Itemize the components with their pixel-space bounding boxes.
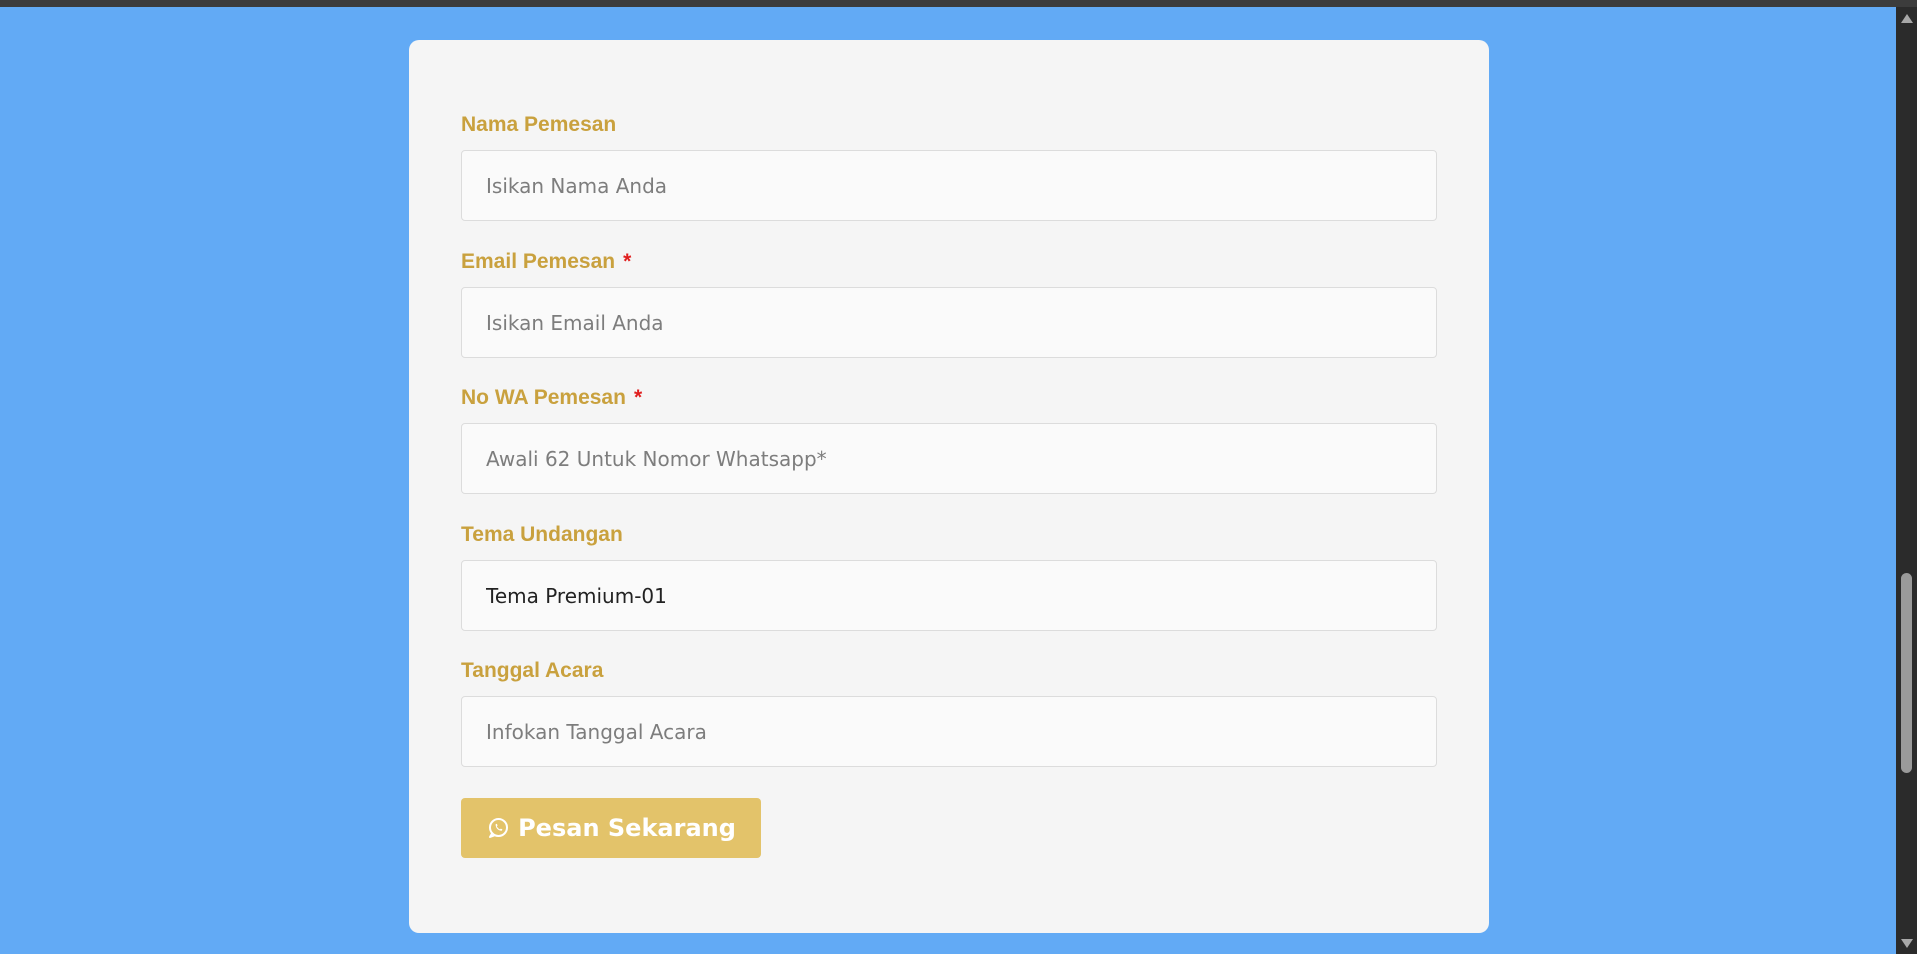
- field-no-wa-pemesan: No WA Pemesan *: [461, 383, 1437, 494]
- nama-pemesan-input[interactable]: [461, 150, 1437, 221]
- no-wa-pemesan-input[interactable]: [461, 423, 1437, 494]
- field-tema-undangan: Tema Undangan: [461, 520, 1437, 631]
- email-pemesan-input[interactable]: [461, 287, 1437, 358]
- scroll-down-arrow-icon[interactable]: [1901, 939, 1913, 948]
- tema-undangan-input[interactable]: [461, 560, 1437, 631]
- scrollbar-thumb[interactable]: [1901, 573, 1912, 773]
- tema-undangan-label: Tema Undangan: [461, 523, 623, 546]
- required-marker: *: [633, 386, 643, 409]
- pesan-sekarang-button[interactable]: Pesan Sekarang: [461, 798, 761, 858]
- tanggal-acara-input[interactable]: [461, 696, 1437, 767]
- field-tanggal-acara: Tanggal Acara: [461, 656, 1437, 767]
- no-wa-pemesan-label: No WA Pemesan *: [461, 386, 643, 409]
- whatsapp-icon: [486, 816, 510, 840]
- page-scrollbar[interactable]: [1896, 7, 1917, 954]
- browser-top-bar: [0, 0, 1917, 7]
- required-marker: *: [623, 250, 632, 273]
- order-form-card: Nama Pemesan Email Pemesan* No WA Pemesa…: [409, 40, 1489, 933]
- nama-pemesan-label: Nama Pemesan: [461, 113, 617, 136]
- email-pemesan-label: Email Pemesan *: [461, 250, 632, 273]
- field-nama-pemesan: Nama Pemesan: [461, 110, 1437, 221]
- tanggal-acara-label: Tanggal Acara: [461, 659, 604, 682]
- pesan-sekarang-label: Pesan Sekarang: [518, 814, 736, 842]
- scroll-up-arrow-icon[interactable]: [1901, 14, 1913, 23]
- field-email-pemesan: Email Pemesan *: [461, 247, 1437, 358]
